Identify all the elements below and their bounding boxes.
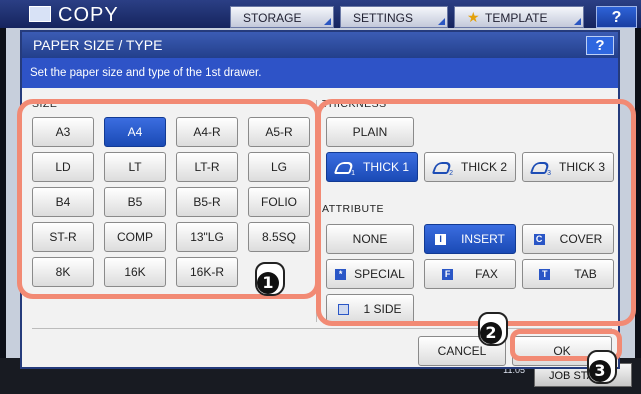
callout-number: 1 — [257, 272, 279, 294]
settings-button[interactable]: SETTINGS — [340, 6, 448, 28]
callout-1: 1 — [255, 262, 285, 296]
top-bar: COPY STORAGE SETTINGS ★ TEMPLATE ? — [0, 0, 641, 28]
thickness-attribute-highlight-frame — [316, 99, 636, 326]
chevron-icon — [438, 18, 445, 25]
dialog-header: PAPER SIZE / TYPE ? — [22, 32, 618, 58]
callout-number: 2 — [480, 322, 502, 344]
storage-label: STORAGE — [243, 11, 302, 25]
chevron-icon — [324, 18, 331, 25]
help-button[interactable]: ? — [596, 6, 637, 28]
cancel-label: CANCEL — [437, 344, 487, 358]
callout-2: 2 — [478, 312, 508, 346]
template-label: TEMPLATE — [485, 11, 548, 25]
settings-label: SETTINGS — [353, 11, 414, 25]
copy-icon — [29, 6, 51, 22]
storage-button[interactable]: STORAGE — [230, 6, 334, 28]
chevron-icon — [574, 18, 581, 25]
instruction-text: Set the paper size and type of the 1st d… — [22, 58, 618, 88]
callout-3: 3 — [587, 350, 617, 384]
star-icon: ★ — [467, 9, 480, 25]
template-button[interactable]: ★ TEMPLATE — [454, 6, 584, 28]
dialog-help-button[interactable]: ? — [586, 36, 614, 55]
dialog-title: PAPER SIZE / TYPE — [33, 37, 163, 53]
callout-number: 3 — [589, 360, 611, 382]
app-title: COPY — [58, 4, 119, 26]
